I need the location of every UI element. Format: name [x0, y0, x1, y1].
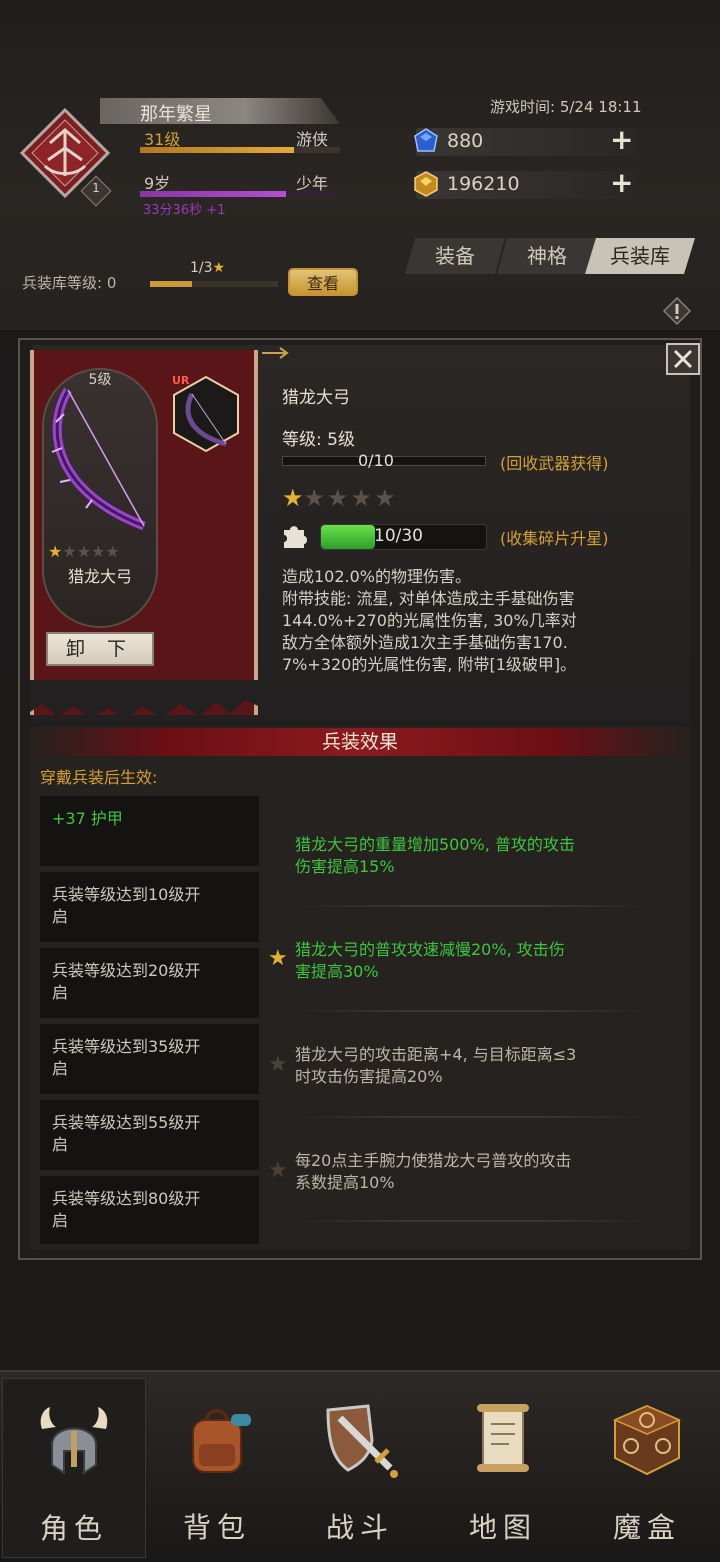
weapon-star-rating: ★★★★★ — [282, 484, 398, 512]
effect-text-3: 每20点主手腕力使猎龙大弓普攻的攻击 系数提高10% — [295, 1151, 572, 1192]
effect-divider — [296, 1116, 651, 1118]
age-bar — [140, 191, 340, 197]
emblem-badge-text: 1 — [92, 181, 100, 195]
backpack-icon — [192, 1409, 251, 1473]
gem-value: 880 — [447, 130, 484, 152]
nav-backpack-label: 背包 — [182, 1511, 251, 1544]
player-name: 那年繁星 — [140, 104, 212, 125]
nav-battle[interactable]: 战斗 — [289, 1378, 431, 1556]
add-gold-button[interactable]: + — [610, 169, 633, 197]
close-button[interactable] — [666, 343, 700, 375]
effect-condition-5: 兵装等级达到80级开启 — [40, 1176, 259, 1244]
effect-divider — [296, 1220, 651, 1222]
effect-text-0: 猎龙大弓的重量增加500%, 普攻的攻击 伤害提高15% — [295, 835, 575, 876]
tab-armory[interactable]: 兵装库 — [585, 238, 695, 274]
info-icon[interactable] — [662, 296, 692, 326]
magic-box-icon — [613, 1404, 681, 1476]
puzzle-shard-icon — [284, 526, 307, 548]
rarity-badge: UR — [172, 374, 190, 387]
blue-gem-icon — [414, 128, 438, 152]
gold-crystal-icon — [414, 171, 438, 197]
effect-divider — [296, 1010, 651, 1012]
shard-hint: (收集碎片升星) — [500, 529, 609, 548]
level-progress-text: 0/10 — [358, 451, 394, 470]
close-icon — [673, 349, 693, 369]
nav-map-label: 地图 — [468, 1511, 537, 1544]
scroll-map-icon — [477, 1404, 529, 1472]
effect-condition-4: 兵装等级达到55级开启 — [40, 1100, 259, 1170]
nav-role[interactable]: 角色 — [2, 1378, 146, 1558]
add-gem-button[interactable]: + — [610, 126, 633, 154]
card-star-rating: ★★★★★ — [48, 542, 120, 561]
purple-bow-icon — [51, 387, 146, 531]
effects-subheader: 穿戴兵装后生效: — [40, 768, 158, 787]
armory-level-label: 兵装库等级: 0 — [22, 274, 117, 292]
armory-progress-bar — [150, 281, 278, 287]
nav-battle-label: 战斗 — [325, 1511, 394, 1544]
effect-divider — [296, 905, 651, 907]
effects-header: 兵装效果 — [30, 728, 690, 756]
effect-condition-0: +37 护甲 — [40, 796, 259, 866]
helmet-icon — [40, 1407, 108, 1475]
weapon-description: 造成102.0%的物理伤害。 附带技能: 流星, 对单体造成主手基础伤害 144… — [282, 567, 577, 674]
effect-star-inactive-icon: ★ — [268, 1052, 288, 1077]
age-timer: 33分36秒 +1 — [143, 203, 226, 218]
tab-godhood[interactable]: 神格 — [497, 238, 597, 274]
nav-backpack[interactable]: 背包 — [146, 1378, 288, 1556]
xp-bar — [140, 147, 340, 153]
effect-text-2: 猎龙大弓的攻击距离+4, 与目标距离≤3 时攻击伤害提高20% — [295, 1045, 577, 1086]
unequip-button[interactable]: 卸 下 — [46, 632, 154, 666]
effect-condition-1: 兵装等级达到10级开启 — [40, 872, 259, 942]
tab-equipment[interactable]: 装备 — [405, 238, 505, 274]
nav-role-label: 角色 — [39, 1512, 108, 1545]
weapon-level-line: 等级: 5级 — [282, 430, 355, 450]
recycle-hint: (回收武器获得) — [500, 454, 609, 473]
weapon-title: 猎龙大弓 — [282, 388, 350, 408]
weapon-card-name: 猎龙大弓 — [67, 567, 132, 586]
nav-magic-box[interactable]: 魔盒 — [576, 1378, 718, 1556]
nav-map[interactable]: 地图 — [432, 1378, 574, 1556]
armory-progress-text: 1/3★ — [190, 260, 226, 276]
nav-magic-box-label: 魔盒 — [612, 1511, 681, 1544]
effect-condition-2: 兵装等级达到20级开启 — [40, 948, 259, 1018]
shard-progress-text: 10/30 — [374, 526, 423, 546]
game-time: 游戏时间: 5/24 18:11 — [490, 98, 642, 116]
player-name-bar — [100, 98, 340, 124]
effect-condition-3: 兵装等级达到35级开启 — [40, 1024, 259, 1094]
banner-torn-edge — [30, 680, 258, 720]
view-button[interactable]: 查看 — [288, 268, 358, 296]
effect-star-inactive-icon: ★ — [268, 1158, 288, 1183]
gold-value: 196210 — [447, 173, 520, 195]
effect-text-1: 猎龙大弓的普攻攻速减慢20%, 攻击伤 害提高30% — [295, 940, 565, 981]
sword-shield-icon — [326, 1404, 398, 1478]
arrow-ornament-icon — [262, 347, 289, 359]
effect-star-active-icon: ★ — [268, 946, 288, 971]
